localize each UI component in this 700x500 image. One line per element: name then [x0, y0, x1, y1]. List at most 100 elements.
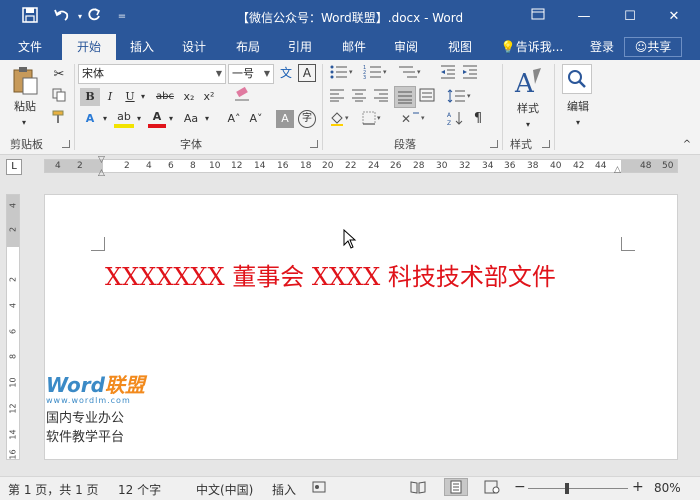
- tab-review[interactable]: 审阅: [384, 34, 428, 60]
- read-mode-icon[interactable]: [410, 480, 426, 497]
- clear-format-icon[interactable]: [232, 86, 252, 104]
- justify-icon[interactable]: [394, 86, 416, 108]
- tab-view[interactable]: 视图: [438, 34, 482, 60]
- insert-mode[interactable]: 插入: [272, 481, 296, 498]
- zoom-slider[interactable]: [528, 488, 628, 489]
- maximize-icon[interactable]: ☐: [618, 6, 642, 28]
- shading-icon[interactable]: ▾: [328, 110, 354, 128]
- tab-references[interactable]: 引用: [278, 34, 322, 60]
- italic-button[interactable]: I: [102, 88, 118, 106]
- ruler-tick: 10: [8, 377, 18, 388]
- group-divider: [502, 64, 503, 150]
- paste-icon[interactable]: [10, 66, 40, 96]
- document-heading[interactable]: XXXXXXX 董事会 XXXX 科技技术部文件: [105, 257, 556, 292]
- align-right-icon[interactable]: [372, 88, 390, 106]
- font-size-select[interactable]: 一号 ▼: [228, 64, 274, 84]
- tab-layout[interactable]: 布局: [226, 34, 270, 60]
- ruler-tick: 2: [124, 161, 130, 171]
- chevron-down-icon[interactable]: ▾: [570, 114, 586, 132]
- subscript-button[interactable]: x₂: [180, 88, 198, 106]
- paragraph-launcher-icon[interactable]: [490, 140, 498, 148]
- zoom-level[interactable]: 80%: [654, 481, 681, 495]
- vertical-scrollbar[interactable]: [684, 178, 698, 474]
- font-color-icon[interactable]: A: [148, 110, 166, 128]
- print-layout-icon[interactable]: [444, 478, 468, 496]
- search-icon[interactable]: [562, 64, 592, 94]
- change-case-icon[interactable]: Aa: [180, 110, 202, 128]
- strikethrough-button[interactable]: abc: [152, 88, 178, 106]
- tab-design[interactable]: 设计: [172, 34, 216, 60]
- bold-button[interactable]: B: [80, 88, 100, 106]
- minimize-icon[interactable]: —: [572, 6, 596, 28]
- language-indicator[interactable]: 中文(中国): [196, 481, 253, 498]
- underline-button[interactable]: U: [122, 88, 138, 106]
- superscript-button[interactable]: x²: [200, 88, 218, 106]
- cut-icon[interactable]: ✂: [50, 66, 68, 84]
- numbering-icon[interactable]: 1 2 3 ▾: [362, 64, 390, 82]
- clipboard-group-label: 剪贴板: [10, 138, 43, 151]
- align-left-icon[interactable]: [328, 88, 346, 106]
- styles-icon[interactable]: A: [510, 66, 546, 99]
- phonetic-guide-icon[interactable]: 文: [276, 64, 296, 82]
- bullets-icon[interactable]: ▾: [328, 64, 356, 82]
- borders-icon[interactable]: ▾: [360, 110, 386, 128]
- tab-file[interactable]: 文件: [6, 34, 54, 60]
- chevron-down-icon[interactable]: ▾: [166, 110, 176, 128]
- collapse-ribbon-icon[interactable]: ^: [680, 136, 694, 154]
- char-shading-icon[interactable]: A: [276, 110, 294, 128]
- word-count[interactable]: 12 个字: [118, 481, 161, 498]
- zoom-in-button[interactable]: +: [632, 479, 644, 495]
- highlight-color-icon[interactable]: ab: [114, 110, 134, 128]
- tab-mailings[interactable]: 邮件: [332, 34, 376, 60]
- close-icon[interactable]: ✕: [662, 6, 686, 28]
- sort-icon[interactable]: AZ: [446, 110, 466, 128]
- right-indent-marker[interactable]: △: [614, 165, 621, 175]
- font-name-select[interactable]: 宋体 ▼: [78, 64, 226, 84]
- distributed-icon[interactable]: [418, 88, 436, 106]
- tell-me-box[interactable]: 💡告诉我...: [496, 34, 568, 60]
- text-effect-icon[interactable]: A: [80, 110, 100, 128]
- char-border-icon[interactable]: A: [298, 64, 316, 82]
- horizontal-ruler[interactable]: 4 2 2 4 6 8 10 12 14 16 18 20 22 24 26 2…: [44, 159, 678, 173]
- line-spacing-icon[interactable]: ▾: [446, 88, 474, 106]
- chevron-down-icon[interactable]: ▾: [134, 110, 144, 128]
- paste-dropdown-icon[interactable]: ▾: [16, 114, 32, 132]
- enclose-char-icon[interactable]: 字: [298, 110, 316, 128]
- page-count[interactable]: 第 1 页，共 1 页: [8, 481, 99, 498]
- macro-record-icon[interactable]: [312, 480, 326, 497]
- decrease-indent-icon[interactable]: [438, 64, 458, 82]
- chevron-down-icon[interactable]: ▾: [202, 110, 212, 128]
- chevron-down-icon[interactable]: ▾: [138, 88, 148, 106]
- tab-selector[interactable]: L: [6, 159, 22, 175]
- web-layout-icon[interactable]: [484, 480, 500, 497]
- chevron-down-icon[interactable]: ▾: [520, 116, 536, 134]
- chinese-layout-icon[interactable]: ✕ ▾: [400, 110, 428, 128]
- increase-indent-icon[interactable]: [460, 64, 480, 82]
- grow-font-icon[interactable]: A˄: [224, 110, 244, 128]
- ribbon-display-icon[interactable]: [526, 6, 550, 28]
- align-center-icon[interactable]: [350, 88, 368, 106]
- svg-text:▾: ▾: [421, 114, 425, 122]
- tab-insert[interactable]: 插入: [120, 34, 164, 60]
- ruler-tick: 36: [504, 161, 516, 171]
- tab-home[interactable]: 开始: [62, 34, 116, 60]
- ruler-tick: 30: [436, 161, 448, 171]
- share-button[interactable]: ☺共享: [624, 37, 682, 57]
- copy-icon[interactable]: [50, 88, 68, 106]
- format-painter-icon[interactable]: [50, 110, 68, 128]
- first-line-indent-marker[interactable]: ▽: [98, 155, 105, 165]
- zoom-slider-thumb[interactable]: [565, 483, 569, 494]
- zoom-out-button[interactable]: −: [514, 479, 526, 495]
- left-indent-marker[interactable]: △: [98, 168, 105, 178]
- login-link[interactable]: 登录: [584, 34, 620, 60]
- chevron-down-icon[interactable]: ▾: [100, 110, 110, 128]
- styles-launcher-icon[interactable]: [542, 140, 550, 148]
- ruler-tick: 34: [482, 161, 494, 171]
- vertical-ruler[interactable]: 4 2 2 4 6 8 10 12 14 16: [6, 194, 20, 460]
- font-launcher-icon[interactable]: [310, 140, 318, 148]
- shrink-font-icon[interactable]: A˅: [246, 110, 266, 128]
- svg-text:3: 3: [363, 75, 366, 80]
- clipboard-launcher-icon[interactable]: [62, 140, 70, 148]
- show-marks-icon[interactable]: ¶: [470, 110, 486, 128]
- multilevel-list-icon[interactable]: ▾: [396, 64, 424, 82]
